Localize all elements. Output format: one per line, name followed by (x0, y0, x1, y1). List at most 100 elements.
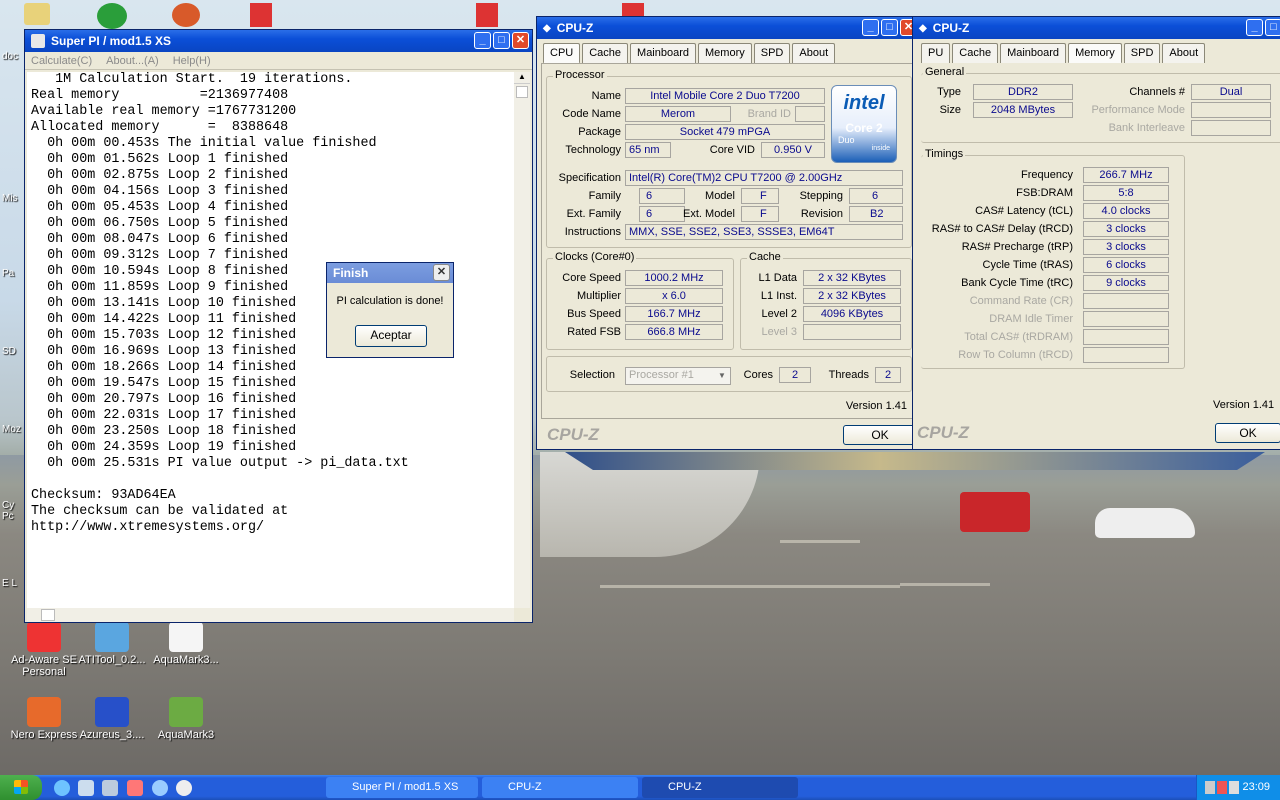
minimize-button[interactable]: _ (862, 19, 879, 36)
desktop-icon-label-partial[interactable]: SD (2, 346, 24, 357)
tab-spd[interactable]: SPD (1123, 43, 1161, 63)
close-button[interactable]: ✕ (512, 32, 529, 49)
desktop-icon-label-partial[interactable]: Mis (2, 193, 24, 204)
desktop-icon[interactable]: ATITool_0.2... (72, 622, 152, 666)
extmodel-value: F (741, 206, 779, 222)
tab-memory[interactable]: Memory (698, 43, 752, 63)
media-player-icon[interactable] (176, 780, 192, 796)
task-superpi[interactable]: Super PI / mod1.5 XS (326, 777, 478, 798)
app-launch-icon[interactable] (152, 780, 168, 796)
document-icon[interactable] (476, 3, 498, 27)
desktop-icon-label-partial[interactable]: Moz (2, 424, 24, 435)
cpuz1-tabs: CPU Cache Mainboard Memory SPD About (537, 39, 920, 64)
name-value: Intel Mobile Core 2 Duo T7200 (625, 88, 825, 104)
scroll-thumb[interactable] (516, 86, 528, 98)
inside-logo-text: inside (871, 145, 890, 152)
tab-cache[interactable]: Cache (582, 43, 629, 63)
hscroll-thumb[interactable] (41, 609, 55, 621)
dram-idle-value (1083, 311, 1169, 327)
menu-help[interactable]: Help(H) (173, 55, 211, 67)
desktop-icon[interactable]: AquaMark3 (146, 697, 226, 741)
processor-select[interactable]: Processor #1 ▼ (625, 367, 731, 385)
tab-spd[interactable]: SPD (753, 43, 791, 63)
tab-cpu[interactable]: CPU (543, 43, 581, 64)
desktop-icon-label-partial[interactable]: Pa (2, 268, 24, 279)
extfamily-value: 6 (639, 206, 685, 222)
horizontal-scrollbar[interactable] (27, 608, 514, 622)
tab-cpu[interactable]: PU (921, 43, 951, 63)
maximize-button[interactable]: □ (493, 32, 510, 49)
brandid-label: Brand ID (747, 108, 791, 120)
desktop-icon[interactable]: Azureus_3.... (72, 697, 152, 741)
brandid-value (795, 106, 825, 122)
cache-label: Cache (747, 251, 783, 263)
ea-icon[interactable] (97, 3, 127, 29)
level3-label: Level 3 (761, 326, 797, 338)
ie-icon[interactable] (54, 780, 70, 796)
general-label: General (923, 66, 967, 78)
ok-button[interactable]: OK (1215, 423, 1280, 443)
folder-icon[interactable] (24, 3, 50, 25)
console-line: 0h 00m 00.453s The initial value finishe… (31, 136, 377, 151)
desktop-icon-label: AquaMark3... (153, 654, 219, 666)
multiplier-label: Multiplier (576, 290, 621, 302)
tab-cache[interactable]: Cache (952, 43, 999, 63)
desktop-icon-label-partial[interactable]: doc (2, 51, 24, 62)
taskbar: Super PI / mod1.5 XS CPU-Z CPU-Z 23:09 (0, 775, 1280, 800)
tras-label: Cycle Time (tRAS) (982, 259, 1073, 271)
tab-mainboard[interactable]: Mainboard (630, 43, 697, 63)
desktop-icon-label: AquaMark3 (157, 729, 215, 741)
close-icon[interactable]: ✕ (433, 264, 450, 281)
app-icon[interactable] (172, 3, 200, 27)
desktop-icon-label-partial[interactable]: E L (2, 578, 24, 589)
tab-mainboard[interactable]: Mainboard (1000, 43, 1067, 63)
row-to-column-value (1083, 347, 1169, 363)
console-line: 0h 00m 05.453s Loop 4 finished (31, 200, 289, 215)
menu-calculate[interactable]: Calculate(C) (31, 55, 92, 67)
tab-about[interactable]: About (792, 43, 836, 63)
specification-value: Intel(R) Core(TM)2 CPU T7200 @ 2.00GHz (625, 170, 903, 186)
minimize-button[interactable]: _ (1246, 19, 1263, 36)
document-icon[interactable] (250, 3, 272, 27)
corevid-value: 0.950 V (761, 142, 825, 158)
finish-titlebar[interactable]: Finish ✕ (327, 263, 453, 283)
app-launch-icon[interactable] (102, 780, 118, 796)
superpi-menubar: Calculate(C) About...(A) Help(H) (25, 52, 532, 70)
cpuz-logo-icon: ◆ (543, 22, 551, 34)
chevron-down-icon[interactable]: ▼ (715, 369, 729, 383)
start-button[interactable] (0, 775, 42, 800)
trcd-value: 3 clocks (1083, 221, 1169, 237)
aceptar-button[interactable]: Aceptar (355, 325, 427, 347)
tras-value: 6 clocks (1083, 257, 1169, 273)
clock[interactable]: 23:09 (1242, 781, 1270, 793)
desktop-icon[interactable]: AquaMark3... (146, 622, 226, 666)
superpi-titlebar[interactable]: Super PI / mod1.5 XS _ □ ✕ (25, 30, 532, 52)
tab-about[interactable]: About (1162, 43, 1206, 63)
app-launch-icon[interactable] (78, 780, 94, 796)
app-launch-icon[interactable] (127, 780, 143, 796)
maximize-button[interactable]: □ (881, 19, 898, 36)
maximize-button[interactable]: □ (1265, 19, 1280, 36)
console-line: 0h 00m 24.359s Loop 19 finished (31, 440, 297, 455)
minimize-button[interactable]: _ (474, 32, 491, 49)
tray-icons[interactable] (1205, 781, 1239, 794)
version-label: Version 1.41 (845, 400, 907, 412)
task-cpuz-1[interactable]: CPU-Z (482, 777, 638, 798)
size-label: Size (939, 104, 961, 116)
vertical-scrollbar[interactable]: ▲ (514, 72, 530, 608)
ok-button[interactable]: OK (843, 425, 917, 445)
tab-memory[interactable]: Memory (1068, 43, 1122, 64)
extfamily-label: Ext. Family (566, 208, 621, 220)
scroll-up-icon[interactable]: ▲ (514, 72, 530, 84)
threads-value: 2 (875, 367, 901, 383)
system-tray: 23:09 (1196, 775, 1280, 800)
cpuz2-titlebar[interactable]: ◆ CPU-Z _ □ (913, 17, 1280, 39)
console-line: 0h 00m 02.875s Loop 2 finished (31, 168, 289, 183)
cpuz1-titlebar[interactable]: ◆ CPU-Z _ □ ✕ (537, 17, 920, 39)
menu-about[interactable]: About...(A) (106, 55, 159, 67)
desktop-icon-label-partial[interactable]: Cy Pc (2, 500, 24, 522)
level2-value: 4096 KBytes (803, 306, 901, 322)
clocks-group: Clocks (Core#0) Core Speed 1000.2 MHz Mu… (546, 251, 734, 350)
task-cpuz-2[interactable]: CPU-Z (642, 777, 798, 798)
console-line: 0h 00m 08.047s Loop 6 finished (31, 232, 289, 247)
